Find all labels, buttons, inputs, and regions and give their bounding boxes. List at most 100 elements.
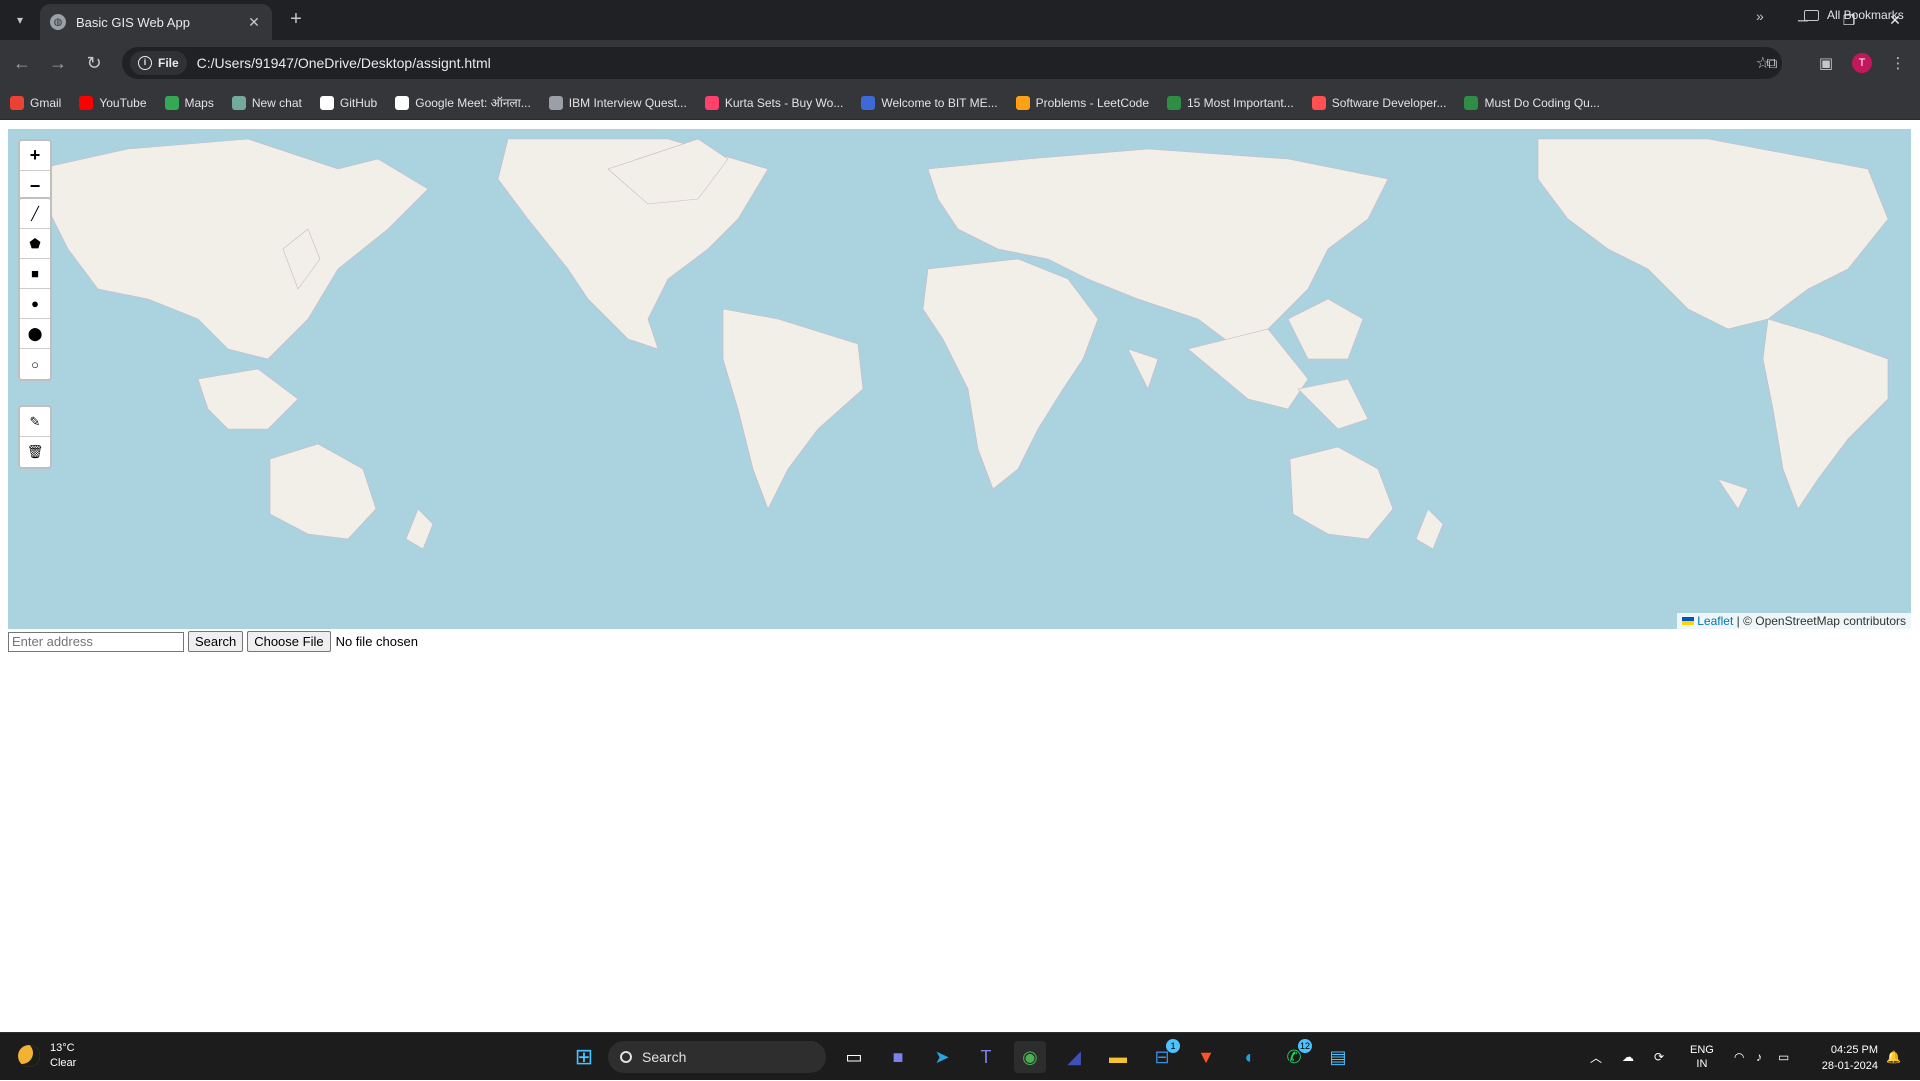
address-bar[interactable]: i File C:/Users/91947/OneDrive/Desktop/a… bbox=[122, 47, 1782, 79]
clock-time: 04:25 PM bbox=[1830, 1044, 1878, 1056]
store-badge: 1 bbox=[1166, 1039, 1180, 1053]
draw-rectangle-icon[interactable]: ■ bbox=[20, 259, 50, 289]
bookmark-item[interactable]: New chat bbox=[231, 95, 302, 110]
bookmark-label: Kurta Sets - Buy Wo... bbox=[724, 95, 844, 110]
bookmark-label: Must Do Coding Qu... bbox=[1484, 95, 1600, 110]
battery-icon[interactable]: ▭ bbox=[1778, 1033, 1789, 1081]
zoom-in-button[interactable]: + bbox=[20, 141, 50, 171]
bookmark-item[interactable]: Gmail bbox=[10, 95, 62, 110]
browser-tab[interactable]: ◍ Basic GIS Web App ✕ bbox=[40, 4, 272, 40]
menu-icon[interactable]: ⋮ bbox=[1884, 49, 1912, 77]
github-icon bbox=[319, 95, 334, 110]
draw-circle-icon[interactable]: ● bbox=[20, 289, 50, 319]
bookmark-item[interactable]: IBM Interview Quest... bbox=[548, 95, 687, 110]
gfg-icon bbox=[1167, 95, 1181, 110]
bookmark-item[interactable]: YouTube bbox=[79, 95, 147, 110]
whatsapp-badge: 12 bbox=[1297, 1039, 1312, 1053]
search-button[interactable]: Search bbox=[188, 631, 244, 652]
bookmark-label: GitHub bbox=[339, 95, 378, 110]
notepad-icon[interactable]: ▤ bbox=[1322, 1041, 1354, 1073]
world-map-tiles bbox=[37, 138, 1889, 550]
globe-icon bbox=[548, 95, 563, 110]
bookmark-item[interactable]: Must Do Coding Qu... bbox=[1464, 95, 1600, 110]
store-icon[interactable]: ⊟ 1 bbox=[1146, 1039, 1180, 1073]
tab-title: Basic GIS Web App bbox=[76, 14, 190, 30]
folder-icon bbox=[1804, 9, 1819, 21]
chevron-double-right-icon[interactable]: » bbox=[1756, 8, 1764, 24]
all-bookmarks-button[interactable]: All Bookmarks bbox=[1804, 8, 1904, 22]
reload-button[interactable]: ↻ bbox=[80, 49, 108, 77]
google-icon bbox=[395, 95, 410, 110]
draw-circlemarker-icon[interactable]: ○ bbox=[20, 349, 50, 379]
bookmark-item[interactable]: Welcome to BIT ME... bbox=[861, 95, 998, 110]
bookmark-item[interactable]: Software Developer... bbox=[1311, 95, 1446, 110]
bookmark-label: New chat bbox=[251, 95, 302, 110]
draw-polyline-icon[interactable]: ╱ bbox=[20, 199, 50, 229]
language-code: ENG bbox=[1690, 1044, 1714, 1056]
youtube-icon bbox=[79, 95, 94, 110]
clock[interactable]: 04:25 PM 28-01-2024 bbox=[1808, 1042, 1878, 1074]
file-explorer-icon[interactable]: ▬ bbox=[1102, 1041, 1134, 1073]
weather-widget[interactable]: 13°C Clear bbox=[18, 1041, 76, 1071]
teams-icon[interactable]: T bbox=[970, 1041, 1002, 1073]
page-controls: Search Choose File No file chosen bbox=[8, 631, 418, 652]
onedrive-icon[interactable]: ☁ bbox=[1622, 1033, 1634, 1081]
url-text[interactable]: C:/Users/91947/OneDrive/Desktop/assignt.… bbox=[197, 55, 491, 71]
wifi-icon[interactable]: ◠ bbox=[1734, 1033, 1744, 1081]
bookmark-label: YouTube bbox=[99, 95, 147, 110]
back-button[interactable]: ← bbox=[8, 49, 36, 77]
bookmark-item[interactable]: 15 Most Important... bbox=[1167, 95, 1294, 110]
side-panel-icon[interactable]: ▣ bbox=[1812, 49, 1840, 77]
bookmark-item[interactable]: GitHub bbox=[319, 95, 378, 110]
edit-layers-icon[interactable]: ✎ bbox=[20, 407, 50, 437]
windows-taskbar: 13°C Clear ⊞ Search ▭ ■ ➤ T ◉ ◢ ▬ ⊟ 1 ▼ ◐… bbox=[0, 1032, 1920, 1080]
choose-file-button[interactable]: Choose File bbox=[247, 631, 331, 652]
language-indicator[interactable]: ENG IN bbox=[1690, 1033, 1714, 1081]
site-info-label: File bbox=[158, 56, 179, 70]
volume-icon[interactable]: ♪ bbox=[1756, 1033, 1762, 1081]
moon-icon bbox=[18, 1045, 40, 1067]
leaflet-link[interactable]: Leaflet bbox=[1697, 614, 1733, 628]
bookmark-item[interactable]: Google Meet: ऑनला... bbox=[395, 94, 531, 111]
forward-button[interactable]: → bbox=[44, 49, 72, 77]
address-input[interactable] bbox=[8, 631, 184, 652]
notification-bell-icon[interactable]: 🔔 bbox=[1886, 1033, 1901, 1081]
edge-icon[interactable]: ◐ bbox=[1234, 1041, 1266, 1073]
brave-icon[interactable]: ▼ bbox=[1190, 1041, 1222, 1073]
extensions-icon[interactable]: ⧉ bbox=[1758, 49, 1786, 77]
myntra-icon bbox=[704, 95, 719, 110]
taskbar-search[interactable]: Search bbox=[608, 1041, 826, 1073]
bookmark-label: Welcome to BIT ME... bbox=[881, 95, 998, 110]
bit-icon bbox=[861, 95, 876, 110]
page-content: + − ╱ ⬟ ■ ● ⬤ ○ ✎ 🗑 Leaflet | © OpenStre… bbox=[0, 121, 1920, 1032]
zoom-control: + − bbox=[18, 139, 52, 203]
windows-start-icon[interactable]: ⊞ bbox=[568, 1041, 600, 1073]
site-info-chip[interactable]: i File bbox=[130, 51, 187, 75]
sync-icon[interactable]: ⟳ bbox=[1654, 1033, 1664, 1081]
close-icon[interactable]: ✕ bbox=[246, 14, 262, 31]
draw-polygon-icon[interactable]: ⬟ bbox=[20, 229, 50, 259]
edit-toolbar: ✎ 🗑 bbox=[18, 405, 52, 469]
bookmark-item[interactable]: Maps bbox=[164, 95, 214, 110]
show-hidden-icons[interactable]: ︿ bbox=[1590, 1033, 1602, 1081]
meet-icon[interactable]: ■ bbox=[882, 1041, 914, 1073]
task-view-icon[interactable]: ▭ bbox=[838, 1041, 870, 1073]
draw-toolbar: ╱ ⬟ ■ ● ⬤ ○ bbox=[18, 197, 52, 381]
leaflet-map[interactable]: + − ╱ ⬟ ■ ● ⬤ ○ ✎ 🗑 Leaflet | © OpenStre… bbox=[8, 129, 1911, 629]
new-tab-button[interactable]: + bbox=[282, 8, 310, 32]
naukri-icon bbox=[1311, 95, 1326, 110]
chatgpt-icon bbox=[231, 95, 246, 110]
bookmark-item[interactable]: Problems - LeetCode bbox=[1015, 95, 1149, 110]
whatsapp-icon[interactable]: ✆ 12 bbox=[1278, 1039, 1312, 1073]
draw-marker-icon[interactable]: ⬤ bbox=[20, 319, 50, 349]
bookmark-label: Gmail bbox=[30, 95, 62, 110]
bookmark-item[interactable]: Kurta Sets - Buy Wo... bbox=[704, 95, 844, 110]
chrome-icon[interactable]: ◉ bbox=[1014, 1041, 1046, 1073]
telegram-icon[interactable]: ➤ bbox=[926, 1041, 958, 1073]
delete-layers-icon[interactable]: 🗑 bbox=[20, 437, 50, 467]
browser-toolbar: ← → ↻ i File C:/Users/91947/OneDrive/Des… bbox=[0, 40, 1920, 86]
vscode-icon[interactable]: ◢ bbox=[1058, 1041, 1090, 1073]
tab-search-button[interactable]: ▾ bbox=[6, 8, 34, 32]
avatar[interactable]: T bbox=[1852, 53, 1872, 73]
bookmark-label: Google Meet: ऑनला... bbox=[415, 96, 531, 110]
